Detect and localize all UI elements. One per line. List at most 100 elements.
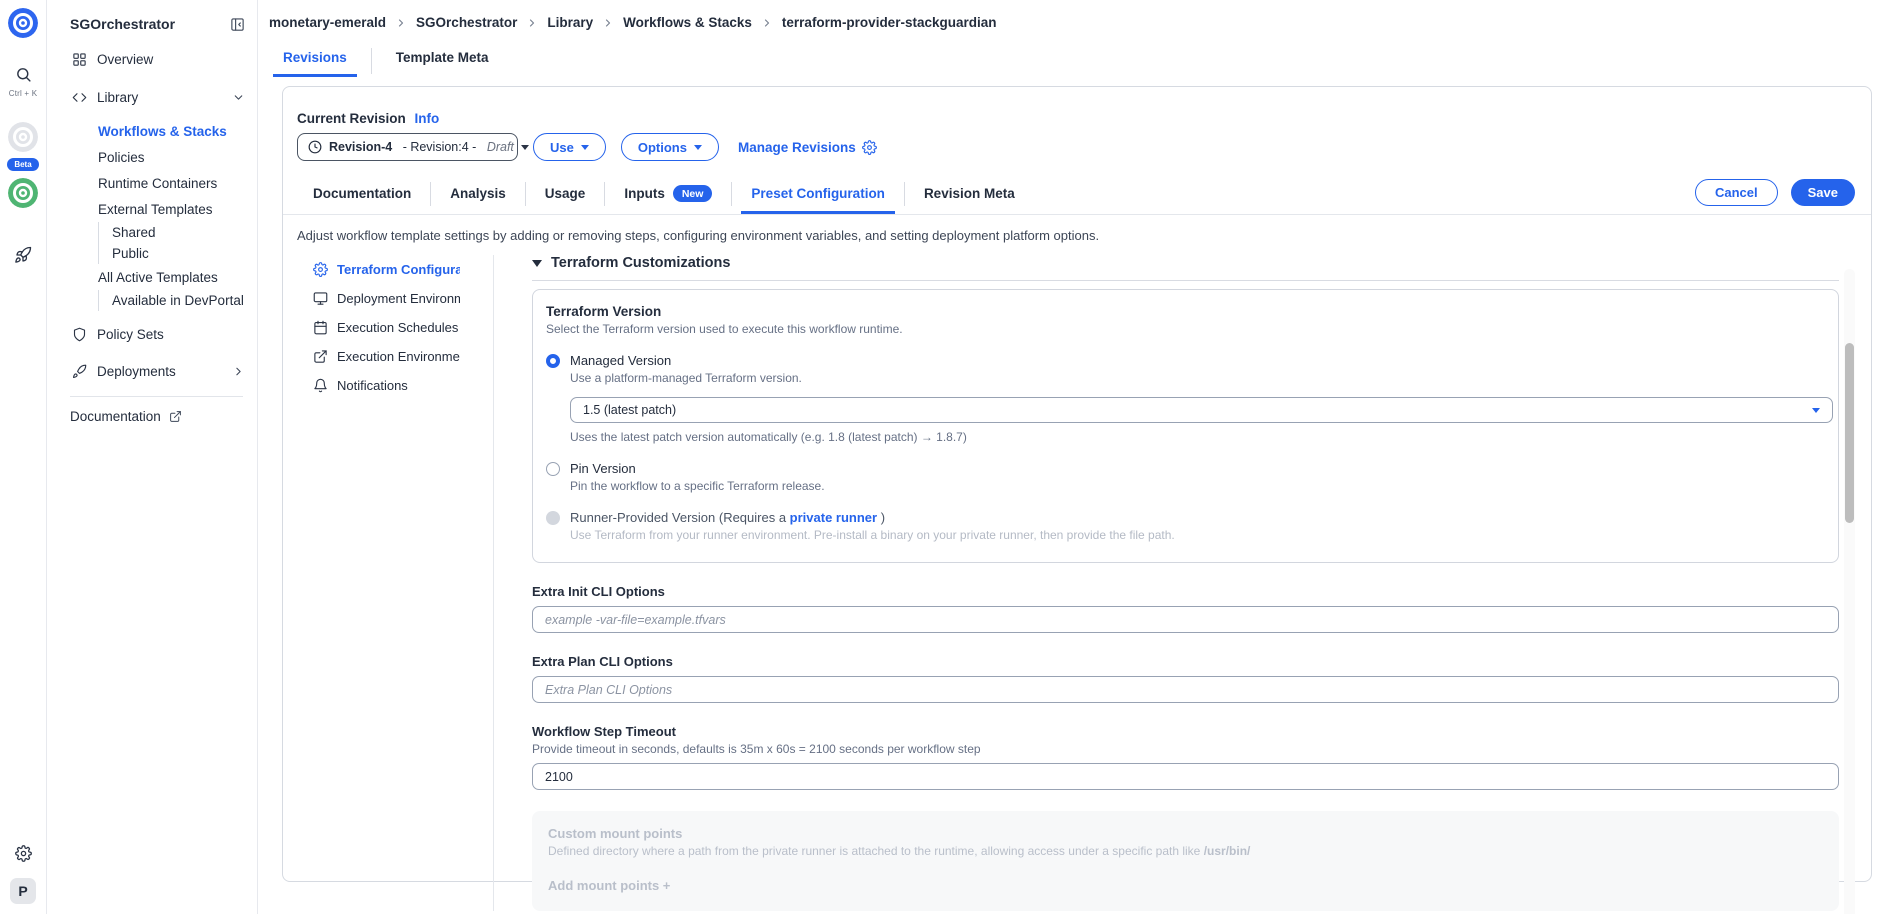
section-header-terraform-customizations[interactable]: Terraform Customizations bbox=[532, 255, 1839, 281]
timeout-input[interactable] bbox=[532, 763, 1839, 790]
nav-execution-environment[interactable]: Execution Environment & bbox=[313, 342, 493, 371]
use-button-label: Use bbox=[550, 140, 574, 155]
use-button[interactable]: Use bbox=[533, 133, 606, 161]
brand-logo-icon[interactable] bbox=[8, 8, 38, 38]
subtab-divider bbox=[731, 182, 732, 206]
timeout-help: Provide timeout in seconds, defaults is … bbox=[532, 742, 1839, 756]
mount-help: Defined directory where a path from the … bbox=[548, 844, 1823, 858]
sidebar-item-external-templates[interactable]: External Templates bbox=[47, 196, 257, 222]
subtab-divider bbox=[604, 182, 605, 206]
manage-revisions-link[interactable]: Manage Revisions bbox=[738, 140, 877, 155]
sidebar-item-library[interactable]: Library bbox=[47, 84, 257, 110]
subtab-revision-meta[interactable]: Revision Meta bbox=[914, 178, 1025, 214]
options-button[interactable]: Options bbox=[621, 133, 719, 161]
settings-gear-icon[interactable] bbox=[15, 845, 32, 862]
sidebar: SGOrchestrator Overview Li bbox=[47, 0, 258, 914]
dropdown-value: 1.5 (latest patch) bbox=[583, 403, 676, 417]
sidebar-item-label: Documentation bbox=[70, 409, 161, 424]
sidebar-item-available-devportal[interactable]: Available in DevPortal bbox=[112, 290, 257, 311]
chevron-right-icon bbox=[395, 17, 407, 29]
managed-version-radio[interactable] bbox=[546, 354, 560, 368]
sidebar-collapse-icon[interactable] bbox=[230, 17, 245, 32]
mount-help-path: /usr/bin/ bbox=[1204, 844, 1251, 858]
nav-item-label: Execution Schedules bbox=[337, 320, 460, 335]
code-icon bbox=[72, 90, 87, 105]
extra-init-input[interactable] bbox=[532, 606, 1839, 633]
terraform-version-box: Terraform Version Select the Terraform v… bbox=[532, 289, 1839, 563]
workspace-logo-green-icon[interactable] bbox=[8, 178, 38, 208]
save-button[interactable]: Save bbox=[1791, 179, 1855, 206]
revision-selector[interactable]: Revision-4 - Revision:4 - Draft bbox=[297, 133, 518, 161]
calendar-icon bbox=[313, 320, 328, 335]
nav-item-label: Deployment Environment bbox=[337, 291, 460, 306]
sidebar-item-policy-sets[interactable]: Policy Sets bbox=[47, 321, 257, 347]
extra-init-label: Extra Init CLI Options bbox=[532, 584, 1839, 599]
grid-icon bbox=[72, 52, 87, 67]
sidebar-item-documentation[interactable]: Documentation bbox=[47, 397, 257, 424]
tab-divider bbox=[371, 48, 372, 74]
rocket-icon[interactable] bbox=[14, 246, 32, 264]
pin-version-radio[interactable] bbox=[546, 462, 560, 476]
tab-template-meta[interactable]: Template Meta bbox=[386, 44, 499, 77]
subtab-inputs-label: Inputs bbox=[624, 186, 665, 201]
sidebar-item-all-active-templates[interactable]: All Active Templates bbox=[47, 264, 257, 290]
mount-title: Custom mount points bbox=[548, 826, 1823, 841]
sidebar-item-runtime-containers[interactable]: Runtime Containers bbox=[47, 170, 257, 196]
cancel-button[interactable]: Cancel bbox=[1695, 179, 1778, 206]
sidebar-item-public[interactable]: Public bbox=[112, 243, 257, 264]
extra-plan-label: Extra Plan CLI Options bbox=[532, 654, 1839, 669]
subtab-analysis[interactable]: Analysis bbox=[440, 178, 516, 214]
tab-revisions[interactable]: Revisions bbox=[273, 44, 357, 77]
workspace-logo-beta-icon[interactable] bbox=[8, 122, 38, 152]
main-area: monetary-emerald SGOrchestrator Library … bbox=[258, 0, 1899, 914]
breadcrumb-library[interactable]: Library bbox=[547, 15, 593, 30]
revision-status: Draft bbox=[487, 140, 514, 154]
terraform-version-subtitle: Select the Terraform version used to exe… bbox=[546, 322, 1818, 336]
scrollbar-track[interactable] bbox=[1844, 269, 1855, 914]
sidebar-item-workflows-stacks[interactable]: Workflows & Stacks bbox=[47, 118, 257, 144]
subtab-preset-configuration[interactable]: Preset Configuration bbox=[741, 178, 895, 214]
monitor-icon bbox=[313, 291, 328, 306]
gear-icon bbox=[862, 140, 877, 155]
revision-card: Current Revision Info Revision-4 - Revis… bbox=[282, 86, 1872, 882]
breadcrumb-workspace[interactable]: SGOrchestrator bbox=[416, 15, 517, 30]
chevron-right-icon bbox=[526, 17, 538, 29]
nav-deployment-environment[interactable]: Deployment Environment bbox=[313, 284, 493, 313]
sidebar-item-label: Overview bbox=[97, 52, 153, 67]
breadcrumb-template[interactable]: terraform-provider-stackguardian bbox=[782, 15, 997, 30]
preset-config-description: Adjust workflow template settings by add… bbox=[283, 215, 1871, 243]
subtab-documentation[interactable]: Documentation bbox=[303, 178, 421, 214]
runner-label-post: ) bbox=[877, 510, 885, 525]
private-runner-link[interactable]: private runner bbox=[790, 510, 877, 525]
sidebar-item-policies[interactable]: Policies bbox=[47, 144, 257, 170]
scrollbar-thumb[interactable] bbox=[1845, 343, 1854, 523]
nav-terraform-configuration[interactable]: Terraform Configuration bbox=[313, 255, 493, 284]
terraform-version-dropdown[interactable]: 1.5 (latest patch) bbox=[570, 397, 1833, 423]
runner-version-label: Runner-Provided Version (Requires a priv… bbox=[570, 510, 1175, 525]
options-button-label: Options bbox=[638, 140, 687, 155]
chevron-right-icon[interactable] bbox=[232, 365, 245, 378]
add-mount-points-button: Add mount points + bbox=[548, 878, 1823, 893]
caret-down-icon bbox=[581, 145, 589, 150]
extra-plan-input[interactable] bbox=[532, 676, 1839, 703]
sidebar-item-overview[interactable]: Overview bbox=[47, 46, 257, 72]
dropdown-help: Uses the latest patch version automatica… bbox=[570, 430, 1818, 444]
chevron-down-icon[interactable] bbox=[232, 91, 245, 104]
nav-notifications[interactable]: Notifications bbox=[313, 371, 493, 400]
search-icon[interactable] bbox=[15, 66, 32, 83]
user-avatar[interactable]: P bbox=[10, 878, 36, 904]
workspace-title: SGOrchestrator bbox=[70, 16, 175, 32]
terraform-version-title: Terraform Version bbox=[546, 304, 1818, 319]
nav-execution-schedules[interactable]: Execution Schedules bbox=[313, 313, 493, 342]
info-link[interactable]: Info bbox=[415, 111, 440, 126]
subtab-usage[interactable]: Usage bbox=[535, 178, 596, 214]
subtab-inputs[interactable]: Inputs New bbox=[614, 177, 722, 215]
workspace-rail: Ctrl + K Beta bbox=[0, 0, 47, 914]
breadcrumb-org[interactable]: monetary-emerald bbox=[269, 15, 386, 30]
breadcrumb-workflows[interactable]: Workflows & Stacks bbox=[623, 15, 752, 30]
sidebar-item-deployments[interactable]: Deployments bbox=[47, 358, 257, 384]
subtab-divider bbox=[430, 182, 431, 206]
clock-icon bbox=[308, 140, 322, 154]
sidebar-item-shared[interactable]: Shared bbox=[112, 222, 257, 243]
top-tabs: Revisions Template Meta bbox=[273, 44, 1899, 77]
